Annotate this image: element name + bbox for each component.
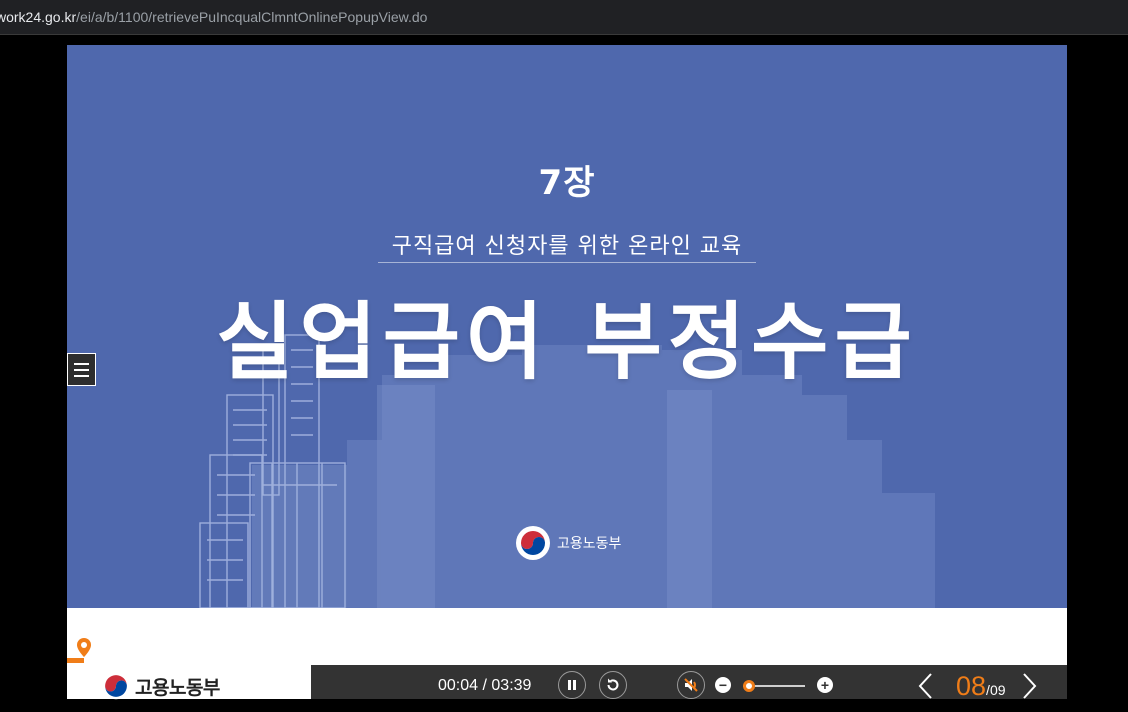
subtitle-divider	[378, 262, 756, 263]
lecture-slide: 7장 구직급여 신청자를 위한 온라인 교육 실업급여 부정수급 고용노동부	[67, 45, 1067, 608]
mute-icon	[684, 678, 698, 692]
player-controls: 00:04 / 03:39 − + 08/09	[311, 665, 1067, 701]
slide-ministry-logo: 고용노동부	[515, 525, 621, 561]
total-time: 03:39	[491, 677, 532, 694]
current-page: 08	[956, 671, 987, 701]
slide-subtitle: 구직급여 신청자를 위한 온라인 교육	[391, 234, 743, 259]
page-indicator: 08/09	[956, 665, 1006, 712]
slide-title: 실업급여 부정수급	[216, 293, 918, 391]
taegeuk-icon	[516, 526, 550, 560]
total-pages: 09	[989, 682, 1006, 698]
replay-button[interactable]	[599, 671, 627, 699]
chevron-left-icon[interactable]	[917, 672, 933, 700]
location-pin-icon	[67, 638, 91, 663]
slide-logo-label: 고용노동부	[557, 536, 622, 552]
minus-icon: −	[718, 677, 728, 693]
footer-logo-label: 고용노동부	[135, 676, 220, 699]
time-separator: /	[478, 677, 492, 694]
volume-slider-handle[interactable]	[743, 680, 756, 692]
current-time: 00:04	[438, 677, 479, 694]
volume-down-button[interactable]: −	[715, 677, 731, 693]
menu-button[interactable]	[67, 353, 96, 386]
address-bar[interactable]: work24.go.kr/ei/a/b/1100/retrievePuIncqu…	[0, 0, 1128, 35]
plus-icon: +	[820, 677, 830, 693]
replay-icon	[607, 678, 619, 691]
taegeuk-icon	[102, 672, 130, 700]
chevron-right-icon[interactable]	[1022, 672, 1038, 700]
chapter-label: 7장	[538, 163, 596, 203]
volume-up-button[interactable]: +	[817, 677, 833, 693]
url-domain: work24.go.kr	[0, 9, 77, 25]
playback-time: 00:04 / 03:39	[438, 665, 531, 707]
menu-icon	[74, 362, 89, 365]
pause-icon	[568, 680, 576, 690]
url-path: /ei/a/b/1100/retrievePuIncqualClmntOnlin…	[76, 9, 428, 25]
pause-button[interactable]	[558, 671, 586, 699]
mute-button[interactable]	[677, 671, 705, 699]
footer-ministry-logo: 고용노동부	[102, 672, 220, 700]
